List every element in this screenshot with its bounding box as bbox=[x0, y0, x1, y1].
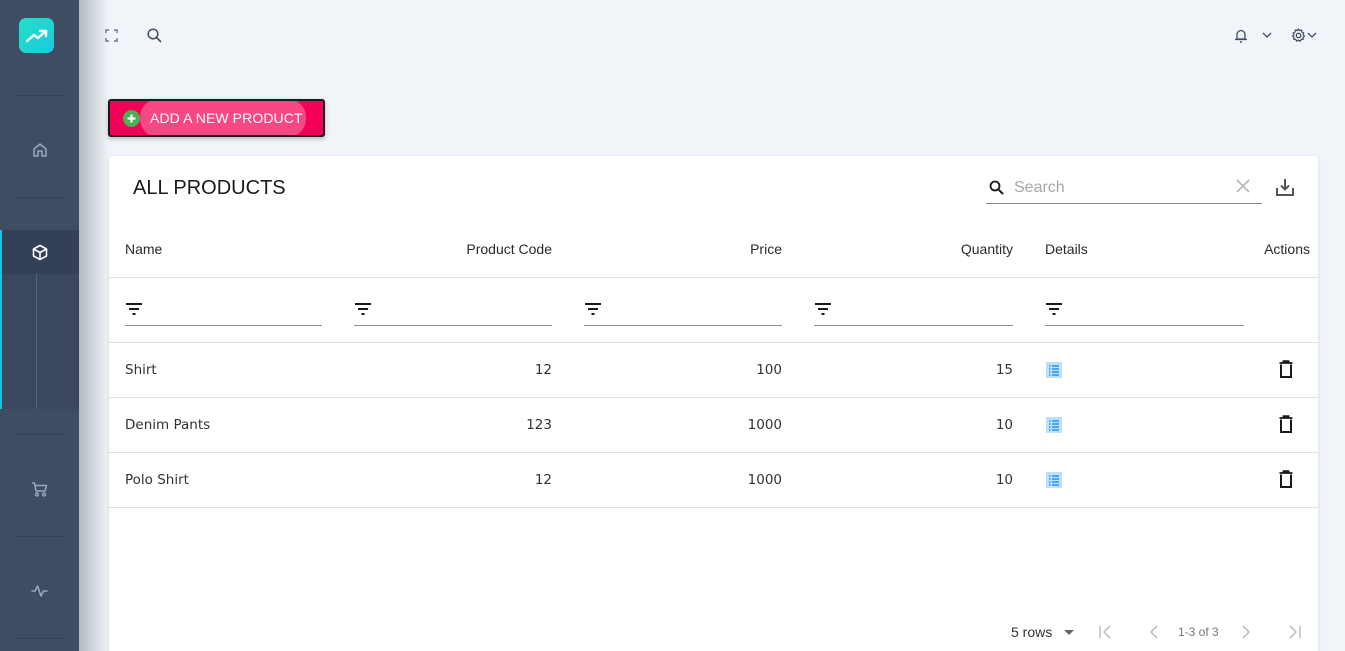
cell-quantity: 15 bbox=[995, 362, 1013, 378]
home-icon bbox=[32, 143, 47, 157]
cell-price: 1000 bbox=[747, 417, 782, 433]
column-header-price[interactable]: Price bbox=[585, 241, 782, 257]
page-range: 1-3 of 3 bbox=[1178, 625, 1219, 639]
chevron-right-icon bbox=[1242, 625, 1251, 639]
cell-name: Polo Shirt bbox=[125, 472, 189, 488]
table-row: Shirt 12 100 15 bbox=[109, 343, 1318, 398]
column-header-name[interactable]: Name bbox=[125, 241, 162, 257]
delete-icon[interactable] bbox=[1279, 360, 1293, 383]
submenu-line bbox=[36, 274, 37, 409]
search-icon bbox=[989, 180, 1004, 195]
bell-icon bbox=[1235, 29, 1247, 43]
first-page-icon bbox=[1099, 625, 1111, 639]
export-button[interactable] bbox=[1275, 177, 1295, 202]
sidebar-item-orders[interactable] bbox=[0, 467, 79, 511]
divider bbox=[109, 507, 1318, 508]
sidebar-item-products[interactable] bbox=[0, 230, 79, 274]
sidebar-divider bbox=[14, 536, 64, 537]
column-header-product-code[interactable]: Product Code bbox=[355, 241, 552, 257]
sidebar-item-activity[interactable] bbox=[0, 569, 79, 613]
add-product-label: ADD A NEW PRODUCT bbox=[150, 110, 303, 126]
rows-per-page-select[interactable]: 5 rows bbox=[1011, 624, 1075, 640]
chevron-down-icon bbox=[1307, 32, 1317, 38]
delete-icon[interactable] bbox=[1279, 470, 1293, 493]
sidebar-divider bbox=[14, 197, 64, 198]
divider bbox=[109, 277, 1318, 278]
table-row: Denim Pants 123 1000 10 bbox=[109, 398, 1318, 453]
delete-icon[interactable] bbox=[1279, 415, 1293, 438]
activity-icon bbox=[31, 585, 48, 597]
column-header-quantity[interactable]: Quantity bbox=[815, 241, 1013, 257]
sidebar-divider bbox=[14, 434, 64, 435]
cell-product-code: 12 bbox=[534, 472, 552, 488]
chevron-left-icon bbox=[1149, 625, 1158, 639]
cell-quantity: 10 bbox=[995, 472, 1013, 488]
search-input[interactable] bbox=[1014, 178, 1214, 197]
filter-icon bbox=[1046, 303, 1062, 315]
details-list-icon[interactable] bbox=[1046, 472, 1062, 488]
next-page-button[interactable] bbox=[1241, 625, 1251, 644]
table-title: ALL PRODUCTS bbox=[133, 177, 286, 199]
last-page-icon bbox=[1289, 625, 1301, 639]
cell-product-code: 12 bbox=[534, 362, 552, 378]
last-page-button[interactable] bbox=[1286, 625, 1302, 644]
close-icon bbox=[1236, 179, 1250, 193]
filter-icon bbox=[355, 303, 371, 315]
filter-details[interactable] bbox=[1045, 300, 1244, 326]
cell-quantity: 10 bbox=[995, 417, 1013, 433]
filter-quantity[interactable] bbox=[814, 300, 1013, 326]
cell-price: 1000 bbox=[747, 472, 782, 488]
sidebar-submenu bbox=[2, 274, 79, 409]
details-list-icon[interactable] bbox=[1046, 362, 1062, 378]
cell-product-code: 123 bbox=[526, 417, 552, 433]
cell-name: Denim Pants bbox=[125, 417, 211, 433]
column-header-actions: Actions bbox=[1264, 241, 1310, 257]
active-indicator bbox=[0, 230, 2, 409]
cube-icon bbox=[32, 244, 47, 260]
app-logo[interactable] bbox=[19, 18, 54, 53]
filter-icon bbox=[815, 303, 831, 315]
details-list-icon[interactable] bbox=[1046, 417, 1062, 433]
cell-name: Shirt bbox=[125, 362, 157, 378]
notifications-dropdown[interactable] bbox=[1260, 28, 1274, 42]
first-page-button[interactable] bbox=[1098, 625, 1114, 644]
trending-up-icon bbox=[25, 29, 47, 42]
sidebar-item-home[interactable] bbox=[0, 128, 79, 172]
sidebar bbox=[0, 0, 79, 651]
table-row: Polo Shirt 12 1000 10 bbox=[109, 453, 1318, 508]
rows-per-page-value: 5 rows bbox=[1011, 624, 1053, 640]
topbar-search-button[interactable] bbox=[145, 26, 163, 44]
add-product-button[interactable]: ADD A NEW PRODUCT bbox=[108, 99, 325, 137]
filter-icon bbox=[126, 303, 142, 315]
plus-circle-icon bbox=[123, 109, 140, 127]
column-header-details[interactable]: Details bbox=[1045, 241, 1088, 257]
clear-search-button[interactable] bbox=[1236, 179, 1250, 198]
cell-price: 100 bbox=[756, 362, 782, 378]
filter-name[interactable] bbox=[125, 300, 322, 326]
chevron-down-icon bbox=[1262, 32, 1272, 38]
cart-icon bbox=[32, 482, 48, 497]
notifications-button[interactable] bbox=[1232, 27, 1250, 45]
search-icon bbox=[146, 27, 161, 42]
filter-icon bbox=[585, 303, 601, 315]
table-search bbox=[986, 172, 1262, 204]
settings-button[interactable] bbox=[1289, 26, 1307, 44]
download-icon bbox=[1276, 179, 1294, 196]
products-table-card: ALL PRODUCTS Name Product Code Price Qua… bbox=[109, 156, 1318, 651]
sidebar-divider bbox=[14, 638, 64, 639]
gear-icon bbox=[1291, 27, 1305, 42]
sidebar-divider bbox=[14, 95, 64, 96]
previous-page-button[interactable] bbox=[1149, 625, 1159, 644]
caret-down-icon bbox=[1064, 630, 1075, 636]
settings-dropdown[interactable] bbox=[1306, 28, 1318, 42]
filter-product-code[interactable] bbox=[354, 300, 552, 326]
filter-price[interactable] bbox=[584, 300, 782, 326]
sidebar-shadow bbox=[79, 0, 109, 651]
